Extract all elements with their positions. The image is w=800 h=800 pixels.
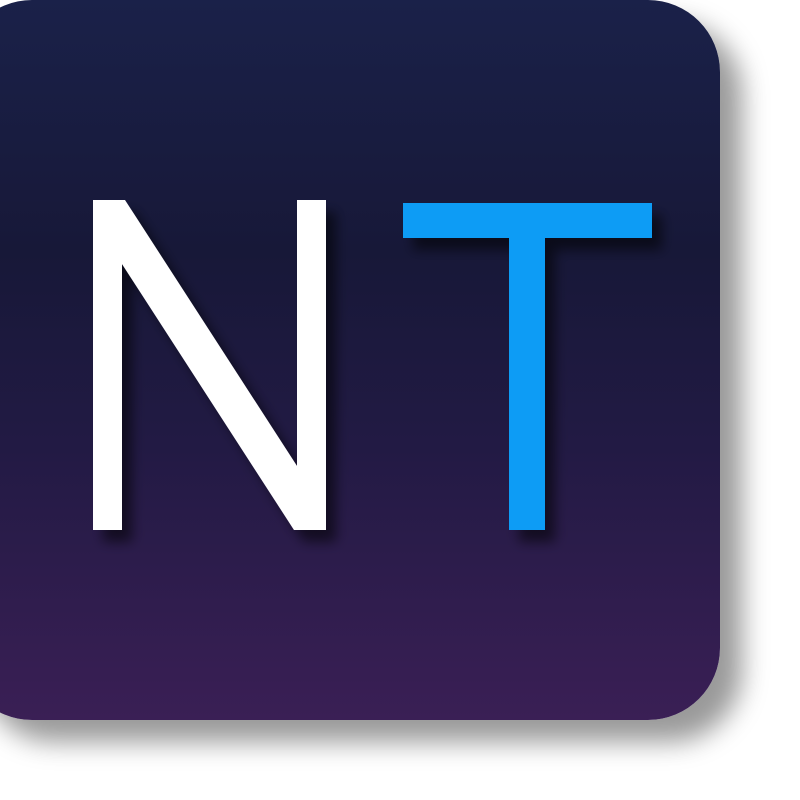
image-canvas (0, 0, 800, 800)
logo-letter-t (403, 203, 652, 530)
app-logo-icon (0, 0, 720, 720)
logo-letter-n (93, 200, 326, 530)
logo-monogram (93, 200, 652, 530)
